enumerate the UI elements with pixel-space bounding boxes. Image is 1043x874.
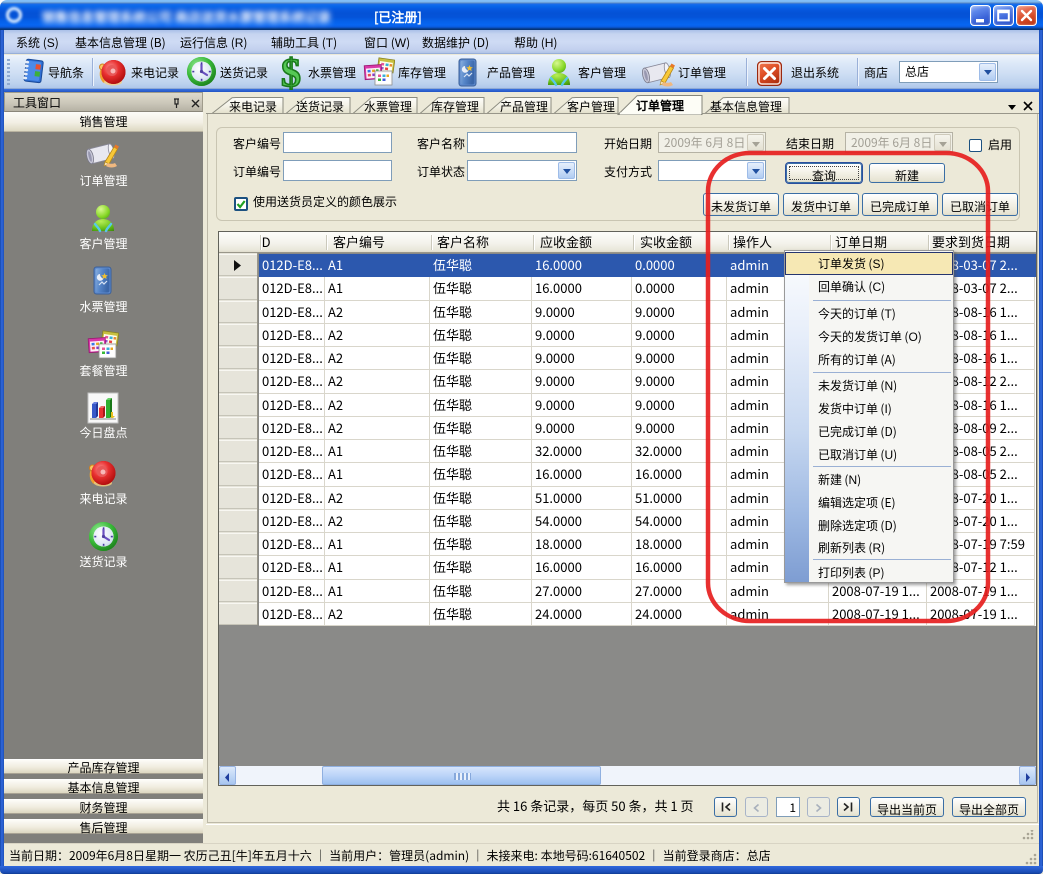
svg-text:$: $ (281, 54, 301, 90)
